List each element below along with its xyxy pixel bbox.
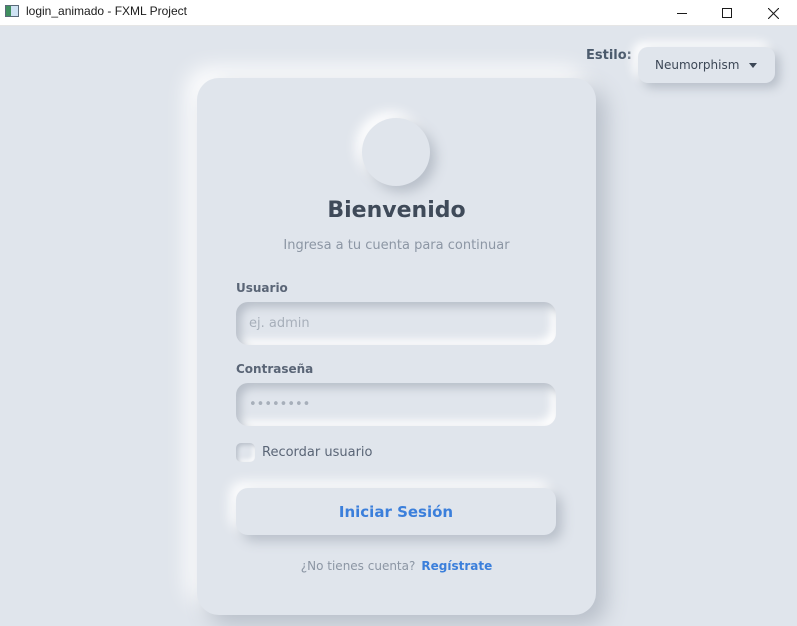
minimize-button[interactable] <box>659 0 705 26</box>
password-input[interactable] <box>236 383 556 426</box>
minimize-icon <box>677 13 687 14</box>
maximize-button[interactable] <box>704 0 750 26</box>
page-title: Bienvenido <box>327 198 466 223</box>
title-bar: login_animado - FXML Project <box>0 0 797 26</box>
remember-user-checkbox-row[interactable]: Recordar usuario <box>236 442 373 462</box>
style-dropdown-value: Neumorphism <box>655 58 740 72</box>
register-link[interactable]: Regístrate <box>421 559 492 573</box>
username-label: Usuario <box>236 281 288 295</box>
chevron-down-icon <box>749 63 757 68</box>
remember-user-label: Recordar usuario <box>262 444 373 460</box>
username-input[interactable] <box>236 302 556 345</box>
register-row: ¿No tienes cuenta? Regístrate <box>197 559 596 573</box>
login-button[interactable]: Iniciar Sesión <box>236 488 556 535</box>
style-dropdown[interactable]: Neumorphism <box>638 47 775 83</box>
style-label: Estilo: <box>586 48 632 63</box>
login-card: Bienvenido Ingresa a tu cuenta para cont… <box>197 78 596 615</box>
close-button[interactable] <box>750 0 796 26</box>
app-window-icon <box>5 5 19 17</box>
maximize-icon <box>722 8 732 18</box>
page-subtitle: Ingresa a tu cuenta para continuar <box>283 238 510 253</box>
close-icon <box>767 7 779 19</box>
register-question: ¿No tienes cuenta? <box>300 559 416 573</box>
window-title: login_animado - FXML Project <box>26 4 187 18</box>
remember-user-checkbox[interactable] <box>236 442 255 462</box>
avatar <box>362 118 430 186</box>
password-label: Contraseña <box>236 362 314 376</box>
